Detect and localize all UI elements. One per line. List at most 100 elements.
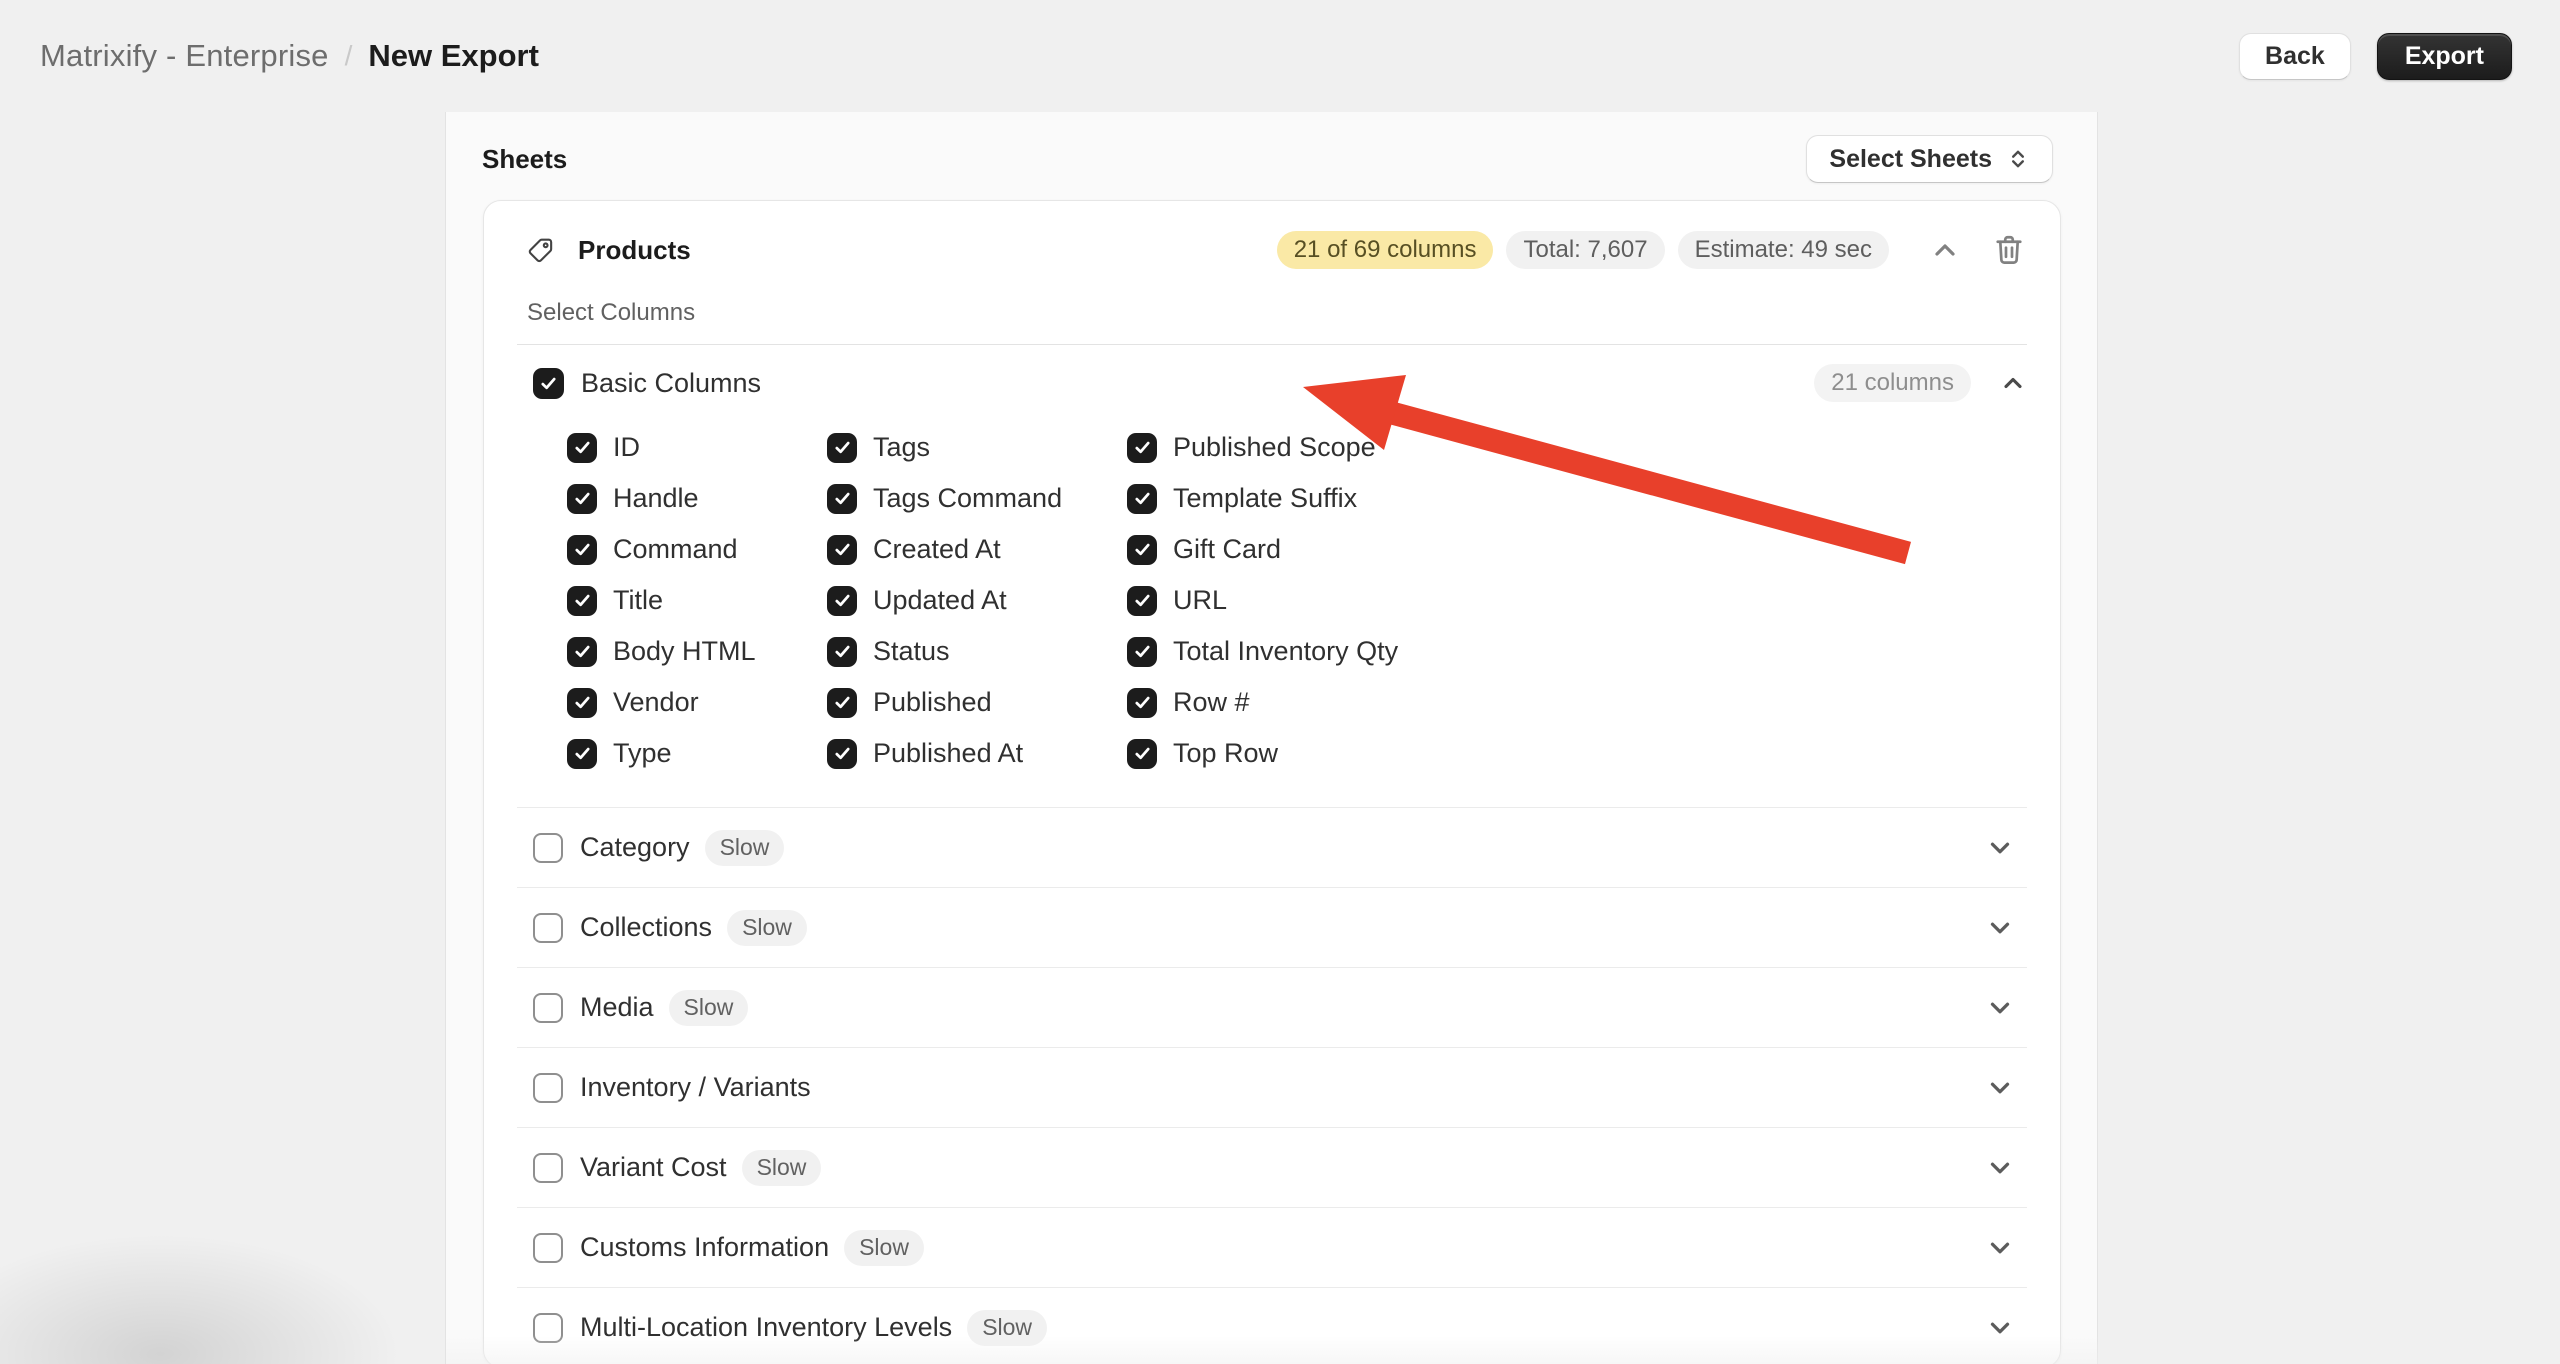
expand-group-button[interactable]: [1985, 1233, 2015, 1263]
expand-group-button[interactable]: [1985, 1313, 2015, 1343]
group-checkbox[interactable]: [533, 833, 563, 863]
column-checkbox[interactable]: [827, 484, 857, 514]
group-checkbox[interactable]: [533, 993, 563, 1023]
column-label[interactable]: URL: [1173, 585, 1227, 616]
group-checkbox[interactable]: [533, 1153, 563, 1183]
column-label[interactable]: Row #: [1173, 687, 1250, 718]
column-label[interactable]: Updated At: [873, 585, 1007, 616]
column-checkbox[interactable]: [827, 688, 857, 718]
column-checkbox[interactable]: [1127, 484, 1157, 514]
column-label[interactable]: Total Inventory Qty: [1173, 636, 1398, 667]
group-label[interactable]: Inventory / Variants: [580, 1072, 811, 1103]
basic-columns-count-badge: 21 columns: [1814, 364, 1971, 402]
column-label[interactable]: Vendor: [613, 687, 699, 718]
column-checkbox[interactable]: [1127, 637, 1157, 667]
column-checkbox[interactable]: [1127, 535, 1157, 565]
column-label[interactable]: Published: [873, 687, 992, 718]
page-title: New Export: [368, 38, 539, 74]
column-label[interactable]: Top Row: [1173, 738, 1278, 769]
column-checkbox[interactable]: [1127, 739, 1157, 769]
column-label[interactable]: Handle: [613, 483, 699, 514]
column-option: Published Scope: [1127, 422, 2027, 473]
trash-icon: [1991, 232, 2027, 268]
checkmark-icon: [832, 743, 853, 764]
chevron-down-icon: [1985, 833, 2015, 863]
slow-badge: Slow: [705, 830, 785, 866]
expand-group-button[interactable]: [1985, 1073, 2015, 1103]
chevron-up-icon: [1929, 234, 1961, 266]
delete-sheet-button[interactable]: [1991, 232, 2027, 268]
checkmark-icon: [572, 488, 593, 509]
column-checkbox[interactable]: [567, 688, 597, 718]
group-checkbox[interactable]: [533, 1073, 563, 1103]
group-label[interactable]: Multi-Location Inventory Levels: [580, 1312, 952, 1343]
column-label[interactable]: Command: [613, 534, 738, 565]
column-label[interactable]: Template Suffix: [1173, 483, 1357, 514]
group-label[interactable]: Customs Information: [580, 1232, 829, 1263]
breadcrumb: Matrixify - Enterprise / New Export: [40, 38, 539, 74]
expand-group-button[interactable]: [1985, 993, 2015, 1023]
column-label[interactable]: Created At: [873, 534, 1001, 565]
column-group-row: MediaSlow: [517, 967, 2027, 1047]
group-label[interactable]: Category: [580, 832, 690, 863]
column-checkbox[interactable]: [567, 739, 597, 769]
column-option: Published At: [827, 728, 1127, 779]
group-checkbox[interactable]: [533, 913, 563, 943]
group-label[interactable]: Variant Cost: [580, 1152, 727, 1183]
column-label[interactable]: Tags: [873, 432, 930, 463]
group-checkbox[interactable]: [533, 1313, 563, 1343]
column-label[interactable]: ID: [613, 432, 640, 463]
column-checkbox[interactable]: [567, 484, 597, 514]
column-group-row: Inventory / Variants: [517, 1047, 2027, 1127]
slow-badge: Slow: [742, 1150, 822, 1186]
column-checkbox[interactable]: [1127, 688, 1157, 718]
column-option: Vendor: [567, 677, 827, 728]
expand-group-button[interactable]: [1985, 1153, 2015, 1183]
column-label[interactable]: Title: [613, 585, 663, 616]
group-label[interactable]: Media: [580, 992, 654, 1023]
column-label[interactable]: Published Scope: [1173, 432, 1376, 463]
app-title[interactable]: Matrixify - Enterprise: [40, 38, 329, 74]
column-checkbox[interactable]: [1127, 586, 1157, 616]
column-checkbox[interactable]: [1127, 433, 1157, 463]
column-label[interactable]: Gift Card: [1173, 534, 1281, 565]
basic-columns-grid-col: Published Scope Template Suffix Gift Card U…: [1127, 422, 2027, 779]
column-checkbox[interactable]: [827, 535, 857, 565]
select-sheets-button[interactable]: Select Sheets: [1806, 135, 2053, 183]
column-option: Top Row: [1127, 728, 2027, 779]
back-button[interactable]: Back: [2239, 33, 2351, 80]
checkmark-icon: [832, 488, 853, 509]
column-label[interactable]: Type: [613, 738, 672, 769]
column-checkbox[interactable]: [567, 637, 597, 667]
column-label[interactable]: Body HTML: [613, 636, 756, 667]
column-checkbox[interactable]: [827, 637, 857, 667]
column-label[interactable]: Status: [873, 636, 950, 667]
column-checkbox[interactable]: [567, 433, 597, 463]
basic-columns-grid-col: ID Handle Command Title Body HTML Vendor Type: [567, 422, 827, 779]
collapse-basic-columns-button[interactable]: [1999, 369, 2027, 397]
slow-badge: Slow: [727, 910, 807, 946]
checkmark-icon: [1132, 539, 1153, 560]
column-option: Title: [567, 575, 827, 626]
column-checkbox[interactable]: [567, 535, 597, 565]
collapse-sheet-button[interactable]: [1929, 234, 1961, 266]
top-bar: Matrixify - Enterprise / New Export Back…: [0, 0, 2560, 112]
column-checkbox[interactable]: [567, 586, 597, 616]
checkmark-icon: [572, 641, 593, 662]
expand-group-button[interactable]: [1985, 833, 2015, 863]
group-label[interactable]: Collections: [580, 912, 712, 943]
column-checkbox[interactable]: [827, 586, 857, 616]
basic-columns-checkbox[interactable]: [533, 368, 564, 399]
select-columns-label: Select Columns: [527, 299, 2027, 327]
group-checkbox[interactable]: [533, 1233, 563, 1263]
column-checkbox[interactable]: [827, 739, 857, 769]
column-checkbox[interactable]: [827, 433, 857, 463]
column-label[interactable]: Tags Command: [873, 483, 1062, 514]
expand-group-button[interactable]: [1985, 913, 2015, 943]
checkmark-icon: [572, 743, 593, 764]
column-label[interactable]: Published At: [873, 738, 1023, 769]
tag-icon: [527, 236, 555, 264]
basic-columns-grid-col: Tags Tags Command Created At Updated At Stat…: [827, 422, 1127, 779]
export-button[interactable]: Export: [2377, 33, 2512, 80]
basic-columns-label[interactable]: Basic Columns: [581, 368, 761, 399]
